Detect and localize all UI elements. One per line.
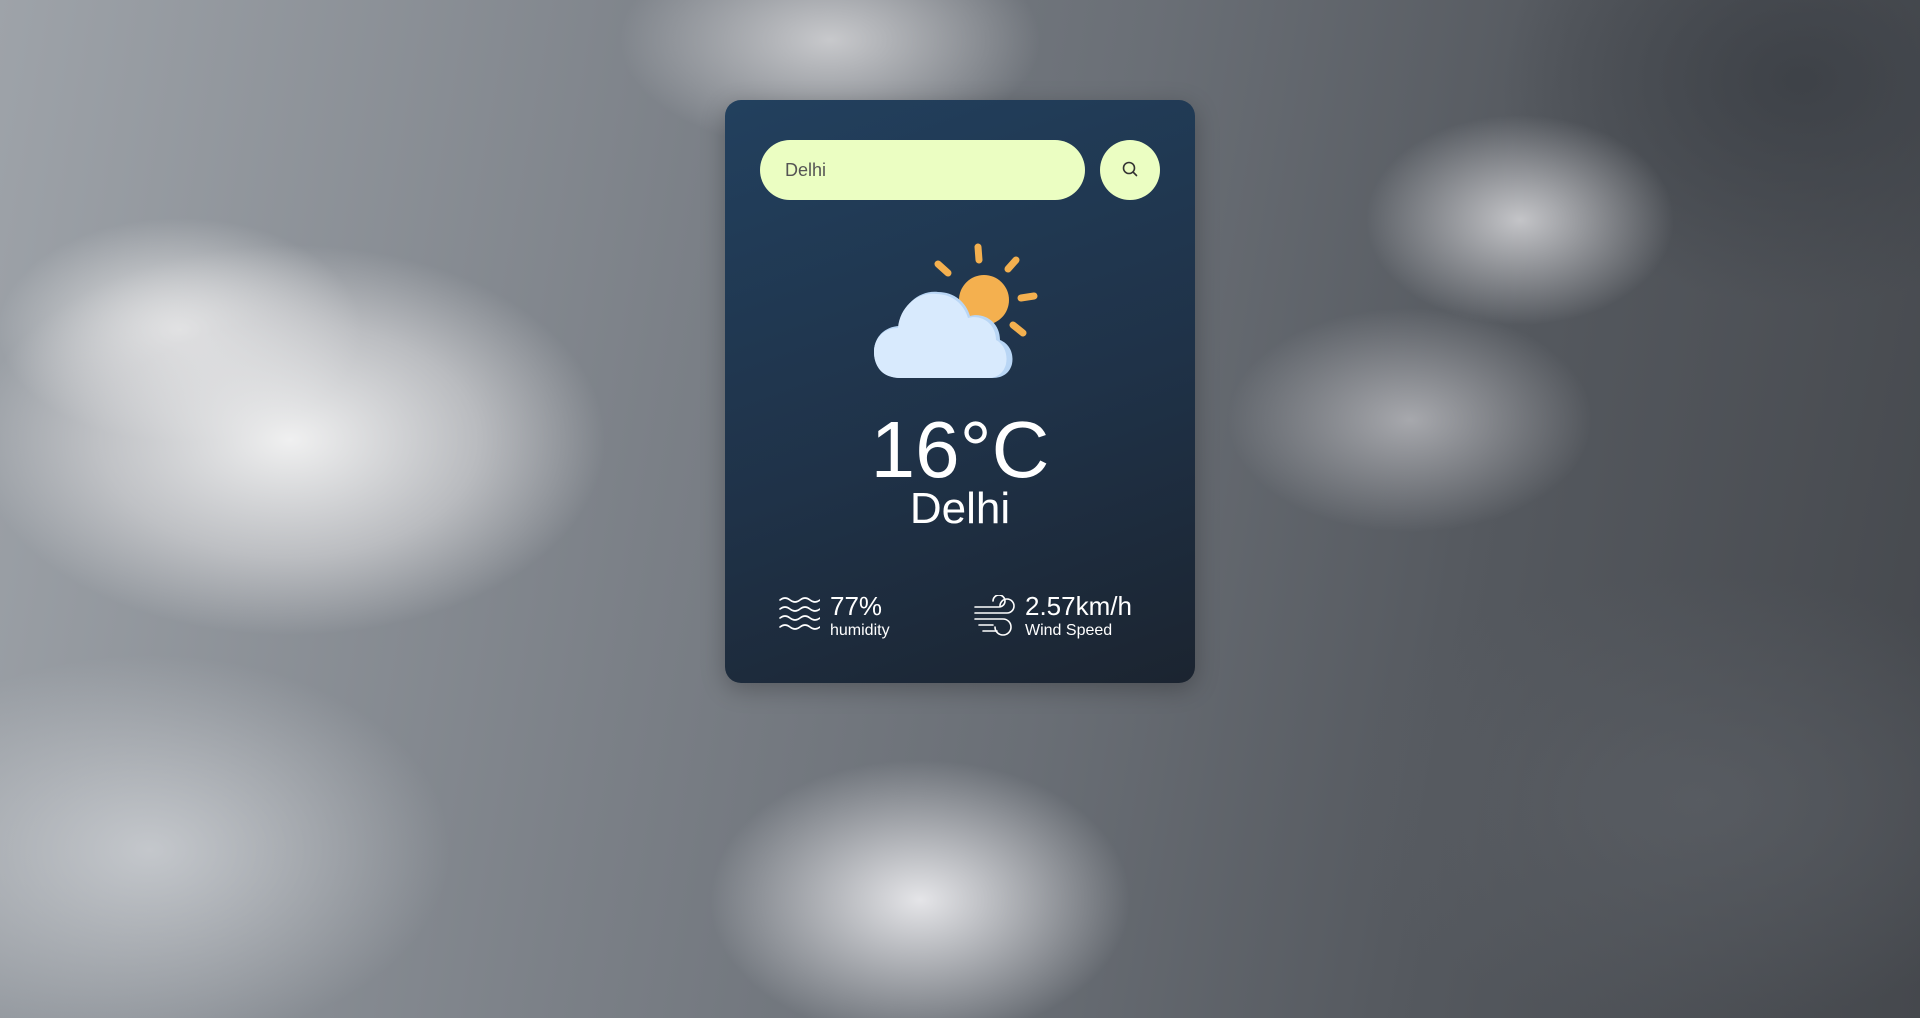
humidity-waves-icon <box>778 595 821 637</box>
search-bar <box>760 140 1160 200</box>
search-icon <box>1121 160 1139 181</box>
wind-speed-label: Wind Speed <box>1025 622 1113 639</box>
city-name: Delhi <box>909 484 1011 533</box>
weather-card: 16°C Delhi 77% humidity <box>725 100 1195 683</box>
wind-speed-value: 2.57km/h <box>1025 591 1132 621</box>
wind-icon <box>973 594 1015 637</box>
humidity-label: humidity <box>830 622 890 639</box>
partly-cloudy-icon <box>872 240 1048 382</box>
humidity-value: 77% <box>830 591 883 621</box>
city-search-input[interactable] <box>760 140 1085 200</box>
temperature: 16°C <box>870 405 1050 494</box>
search-button[interactable] <box>1100 140 1160 200</box>
